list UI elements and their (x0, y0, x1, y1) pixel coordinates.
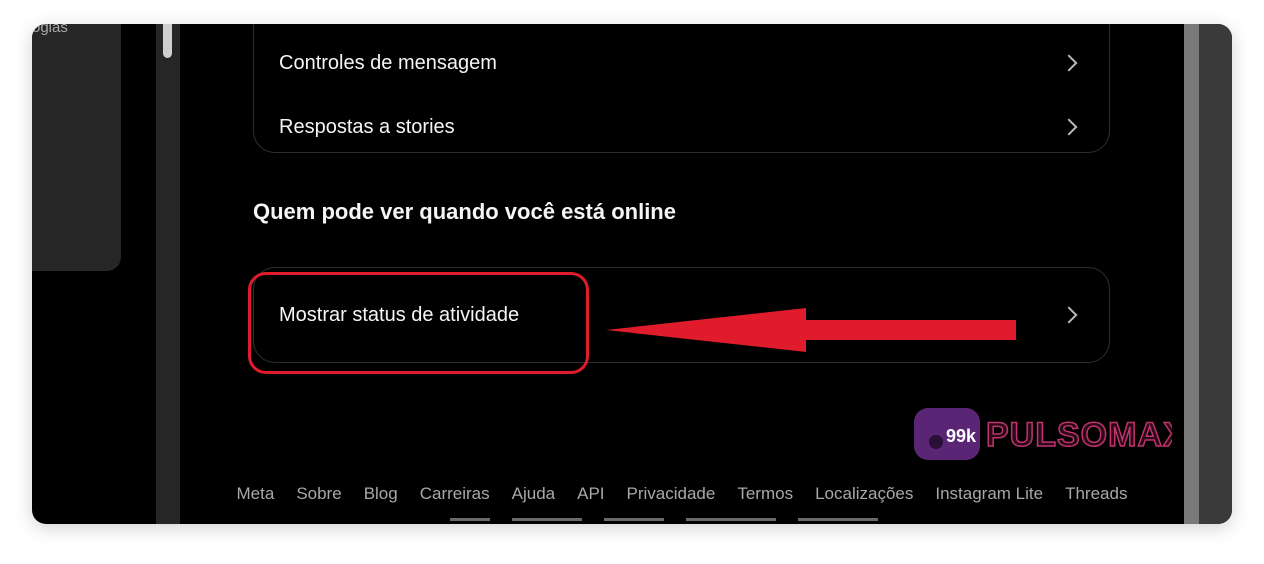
footer-link[interactable]: Ajuda (512, 484, 555, 504)
footer-second-line-cutoff (450, 518, 920, 524)
red-highlight-box (248, 272, 589, 374)
footer-links: Meta Sobre Blog Carreiras Ajuda API Priv… (180, 484, 1184, 504)
left-panel-partial-text: ogias (32, 24, 68, 36)
red-arrow-left-icon (606, 308, 1016, 352)
footer-link[interactable]: Instagram Lite (935, 484, 1043, 504)
left-sidebar-panel: ogias (32, 24, 121, 271)
chevron-right-icon (1060, 54, 1078, 72)
footer-link[interactable]: Meta (237, 484, 275, 504)
chevron-right-icon (1060, 306, 1078, 324)
row-controles-de-mensagem[interactable]: Controles de mensagem (254, 43, 1109, 83)
svg-text:PULSOMAX: PULSOMAX (986, 416, 1172, 454)
row-label: Respostas a stories (279, 115, 455, 138)
chevron-right-icon (1060, 118, 1078, 136)
footer-link[interactable]: Localizações (815, 484, 913, 504)
footer-link[interactable]: API (577, 484, 604, 504)
right-edge-panel (1199, 24, 1232, 524)
footer-link[interactable]: Sobre (296, 484, 341, 504)
screenshot-frame: ogias Controles de mensagem Respostas a … (32, 24, 1232, 524)
footer-link[interactable]: Carreiras (420, 484, 490, 504)
right-scrollbar-strip (1184, 24, 1199, 524)
footer-link[interactable]: Blog (364, 484, 398, 504)
left-scrollbar-track[interactable] (156, 24, 180, 524)
pulsomax-watermark-logo: 99k PULSOMAX (914, 408, 1172, 460)
footer-link[interactable]: Privacidade (627, 484, 716, 504)
section-title-online: Quem pode ver quando você está online (253, 199, 676, 224)
row-label: Controles de mensagem (279, 51, 497, 74)
left-scrollbar-thumb[interactable] (163, 24, 172, 58)
footer-link[interactable]: Threads (1065, 484, 1127, 504)
svg-text:99k: 99k (946, 426, 977, 446)
footer-link[interactable]: Termos (737, 484, 793, 504)
row-respostas-a-stories[interactable]: Respostas a stories (254, 107, 1109, 147)
messages-settings-card: Controles de mensagem Respostas a storie… (253, 24, 1110, 153)
